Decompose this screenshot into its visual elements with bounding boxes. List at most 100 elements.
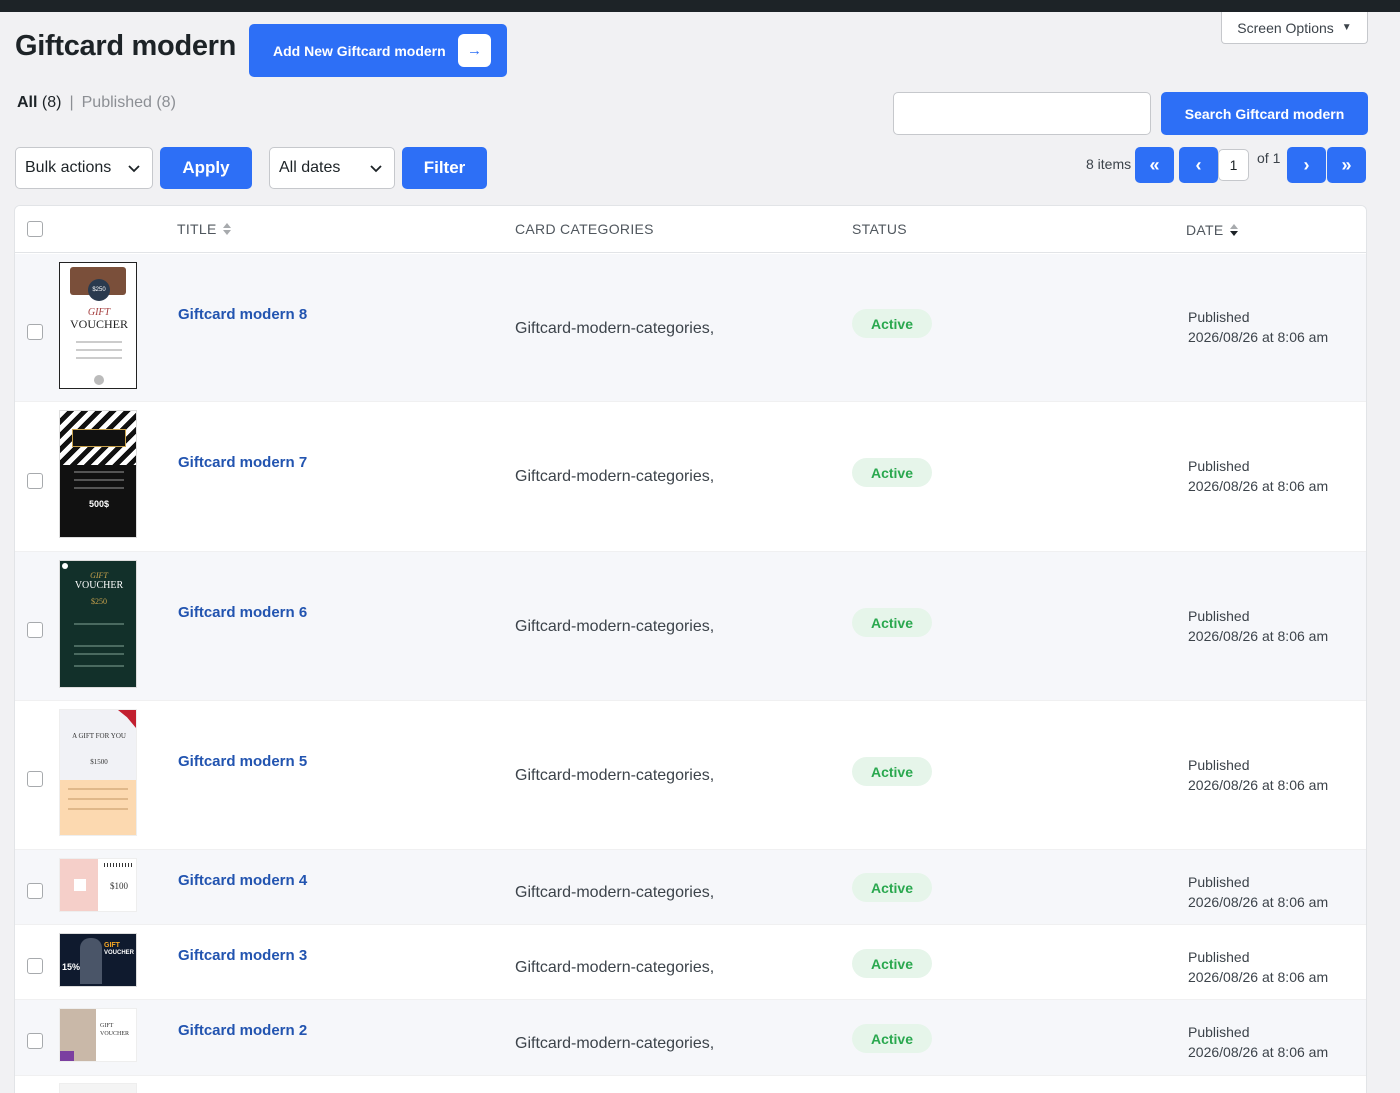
row-checkbox[interactable] xyxy=(27,958,43,974)
apply-button[interactable]: Apply xyxy=(160,147,252,189)
row-category[interactable]: Giftcard-modern-categories, xyxy=(515,767,714,785)
screen-options-button[interactable]: Screen Options ▼ xyxy=(1221,12,1368,44)
row-checkbox[interactable] xyxy=(27,473,43,489)
giftcard-thumbnail[interactable]: A GIFT FOR YOU $1500 xyxy=(59,709,137,836)
search-input[interactable] xyxy=(893,92,1151,135)
view-all-count: (8) xyxy=(41,94,62,111)
row-category[interactable]: Giftcard-modern-categories, xyxy=(515,320,714,338)
current-page-input[interactable]: 1 xyxy=(1218,149,1249,181)
giftcard-thumbnail[interactable]: GIFT VOUCHER $250 xyxy=(59,560,137,688)
table-row: 15% GIFT VOUCHER Giftcard modern 3 Giftc… xyxy=(15,925,1366,1000)
row-category[interactable]: Giftcard-modern-categories, xyxy=(515,618,714,636)
caret-down-icon: ▼ xyxy=(1341,22,1352,33)
row-checkbox[interactable] xyxy=(27,1033,43,1049)
row-date-value: 2026/08/26 at 8:06 am xyxy=(1188,478,1329,494)
giftcard-thumbnail[interactable]: $250 GIFT VOUCHER xyxy=(59,262,137,389)
giftcard-thumbnail[interactable]: GIFT VOUCHER xyxy=(59,1008,137,1062)
thumbnail-line xyxy=(74,623,124,625)
add-new-button[interactable]: Add New Giftcard modern → xyxy=(249,24,507,77)
thumbnail-line xyxy=(68,808,128,810)
column-title-label: TITLE xyxy=(177,221,217,237)
filter-button[interactable]: Filter xyxy=(402,147,487,189)
thumbnail-line xyxy=(76,341,122,343)
row-category[interactable]: Giftcard-modern-categories, xyxy=(515,959,714,977)
thumbnail-text: 15% xyxy=(62,962,81,972)
row-category[interactable]: Giftcard-modern-categories, xyxy=(515,1035,714,1053)
ribbon-icon xyxy=(118,710,136,728)
thumbnail-text: 500$ xyxy=(88,499,110,509)
first-page-button[interactable]: « xyxy=(1135,147,1174,183)
thumbnail-logo xyxy=(74,879,86,891)
row-date: Published 2026/08/26 at 8:06 am xyxy=(1188,456,1328,496)
thumbnail-line xyxy=(74,665,124,667)
search-button[interactable]: Search Giftcard modern xyxy=(1161,92,1368,135)
add-new-label: Add New Giftcard modern xyxy=(273,42,446,59)
thumbnail-text: VOUCHER xyxy=(74,580,124,591)
status-badge: Active xyxy=(852,949,932,978)
table-row: $100 Giftcard modern 4 Giftcard-modern-c… xyxy=(15,850,1366,925)
bulk-actions-select[interactable]: Bulk actions xyxy=(15,147,153,189)
thumbnail-price-badge: $250 xyxy=(88,279,110,301)
row-date: Published 2026/08/26 at 8:06 am xyxy=(1188,606,1328,646)
total-pages: of 1 xyxy=(1257,150,1281,166)
thumbnail-line xyxy=(74,645,124,647)
row-title-link[interactable]: Giftcard modern 8 xyxy=(178,306,307,323)
status-badge: Active xyxy=(852,1024,932,1053)
arrow-right-icon: → xyxy=(458,34,491,67)
giftcard-thumbnail[interactable] xyxy=(59,1083,137,1093)
column-title[interactable]: TITLE xyxy=(177,221,231,237)
sort-icon xyxy=(222,223,231,235)
row-date-status: Published xyxy=(1188,1024,1250,1040)
giftcard-thumbnail[interactable]: 15% GIFT VOUCHER xyxy=(59,933,137,987)
row-date: Published 2026/08/26 at 8:06 am xyxy=(1188,947,1328,987)
row-date: Published 2026/08/26 at 8:06 am xyxy=(1188,755,1328,795)
thumbnail-line xyxy=(76,357,122,359)
view-all-link[interactable]: All (8) xyxy=(17,94,61,112)
thumbnail-line xyxy=(76,349,122,351)
thumbnail-line xyxy=(68,788,128,790)
page-title: Giftcard modern xyxy=(15,30,237,62)
row-title-link[interactable]: Giftcard modern 4 xyxy=(178,872,307,889)
giftcard-thumbnail[interactable]: $100 xyxy=(59,858,137,912)
row-title-link[interactable]: Giftcard modern 2 xyxy=(178,1022,307,1039)
row-checkbox[interactable] xyxy=(27,622,43,638)
next-page-button[interactable]: › xyxy=(1287,147,1326,183)
row-checkbox[interactable] xyxy=(27,771,43,787)
row-title-link[interactable]: Giftcard modern 3 xyxy=(178,947,307,964)
prev-page-button[interactable]: ‹ xyxy=(1179,147,1218,183)
column-status-label: STATUS xyxy=(852,221,907,237)
dates-select[interactable]: All dates xyxy=(269,147,395,189)
thumbnail-line xyxy=(74,487,124,489)
row-checkbox[interactable] xyxy=(27,324,43,340)
row-title-link[interactable]: Giftcard modern 6 xyxy=(178,604,307,621)
thumbnail-text: GIFT xyxy=(104,942,120,949)
row-category[interactable]: Giftcard-modern-categories, xyxy=(515,884,714,902)
chevron-down-icon xyxy=(128,165,140,173)
barcode-icon xyxy=(104,863,132,867)
sort-desc-icon xyxy=(1229,224,1238,236)
row-date-value: 2026/08/26 at 8:06 am xyxy=(1188,777,1329,793)
select-all-checkbox[interactable] xyxy=(27,221,43,237)
row-date: Published 2026/08/26 at 8:06 am xyxy=(1188,872,1328,912)
items-count: 8 items xyxy=(1086,156,1132,172)
column-date[interactable]: DATE xyxy=(1186,222,1238,238)
giftcard-table: TITLE CARD CATEGORIES STATUS DATE $250 G… xyxy=(14,205,1367,1093)
thumbnail-hole xyxy=(62,563,68,569)
view-separator: | xyxy=(69,94,74,111)
giftcard-thumbnail[interactable]: 500$ xyxy=(59,410,137,538)
status-badge: Active xyxy=(852,873,932,902)
row-date-value: 2026/08/26 at 8:06 am xyxy=(1188,628,1329,644)
view-published-link[interactable]: Published (8) xyxy=(82,94,176,112)
row-checkbox[interactable] xyxy=(27,883,43,899)
column-categories: CARD CATEGORIES xyxy=(515,221,654,237)
table-row: A GIFT FOR YOU $1500 Giftcard modern 5 G… xyxy=(15,701,1366,850)
table-header: TITLE CARD CATEGORIES STATUS DATE xyxy=(15,206,1366,253)
thumbnail-text: VOUCHER xyxy=(69,317,128,331)
thumbnail-line xyxy=(68,798,128,800)
thumbnail-tag xyxy=(60,1051,74,1061)
row-title-link[interactable]: Giftcard modern 5 xyxy=(178,753,307,770)
dates-label: All dates xyxy=(279,159,341,176)
last-page-button[interactable]: » xyxy=(1327,147,1366,183)
row-title-link[interactable]: Giftcard modern 7 xyxy=(178,454,307,471)
row-category[interactable]: Giftcard-modern-categories, xyxy=(515,468,714,486)
